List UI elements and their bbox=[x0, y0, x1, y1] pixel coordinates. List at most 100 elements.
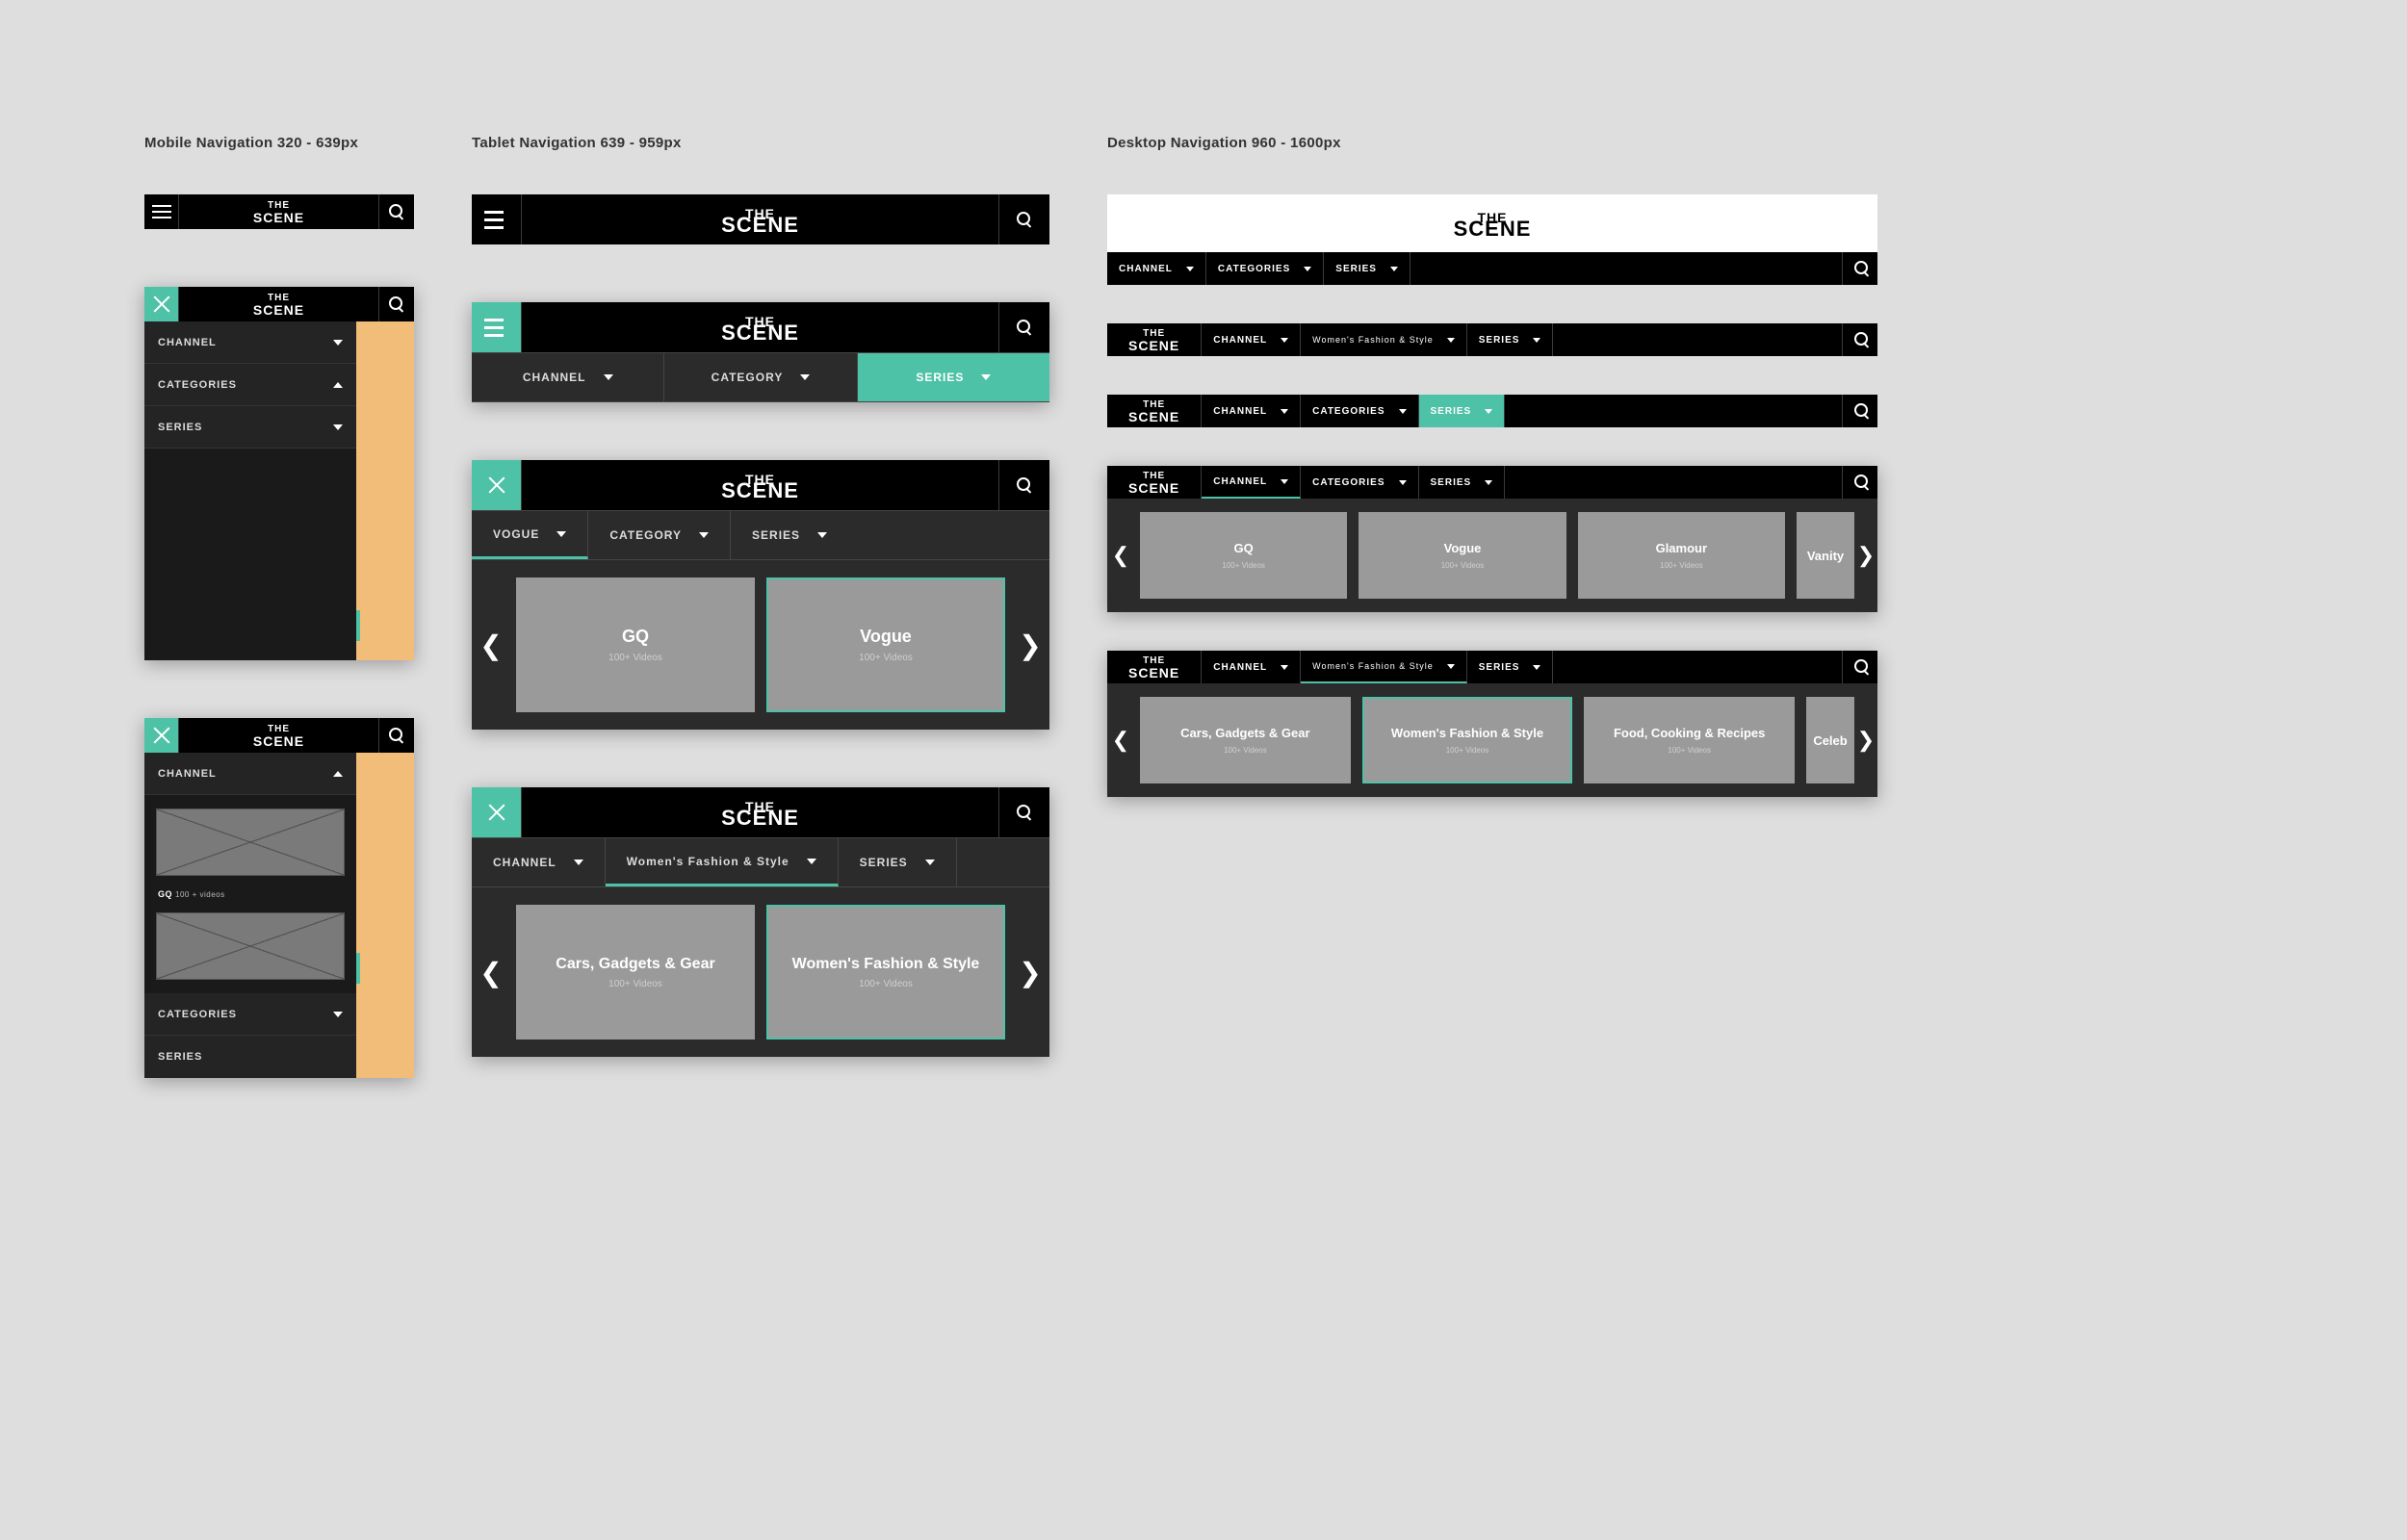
search-button[interactable] bbox=[999, 194, 1049, 244]
wireframe-thumb[interactable] bbox=[156, 912, 345, 980]
nav-womens-fashion-active[interactable]: Women's Fashion & Style bbox=[1301, 651, 1467, 683]
desktop-category-carousel: THESCENE CHANNEL Women's Fashion & Style… bbox=[1107, 651, 1877, 797]
brand-logo[interactable]: THESCENE bbox=[522, 460, 999, 510]
brand-logo[interactable]: THESCENE bbox=[1107, 466, 1202, 499]
brand-logo[interactable]: THESCENE bbox=[522, 787, 999, 837]
brand-logo[interactable]: THESCENE bbox=[522, 194, 999, 244]
brand-hero[interactable]: THESCENE bbox=[1107, 194, 1877, 252]
search-button[interactable] bbox=[999, 787, 1049, 837]
mobile-menu-channel-open: THESCENE CHANNEL GQ 100 + bbox=[144, 718, 414, 1078]
tab-vogue[interactable]: VOGUE bbox=[472, 511, 588, 559]
carousel-prev[interactable]: ❮ bbox=[1107, 512, 1134, 599]
sidebar-item-categories[interactable]: CATEGORIES bbox=[144, 993, 356, 1036]
card-celeb[interactable]: Celeb bbox=[1806, 697, 1854, 783]
search-button[interactable] bbox=[1843, 252, 1877, 285]
close-button[interactable] bbox=[144, 287, 179, 321]
search-button[interactable] bbox=[1843, 466, 1877, 499]
sidebar-item-channel[interactable]: CHANNEL bbox=[144, 753, 356, 795]
nav-womens-fashion[interactable]: Women's Fashion & Style bbox=[1301, 323, 1467, 356]
nav-channel[interactable]: CHANNEL bbox=[1202, 323, 1301, 356]
nav-series[interactable]: SERIES bbox=[1419, 466, 1506, 499]
chevron-down-icon bbox=[1399, 480, 1407, 485]
nav-series[interactable]: SERIES bbox=[1324, 252, 1411, 285]
nav-categories[interactable]: CATEGORIES bbox=[1301, 466, 1418, 499]
brand-logo[interactable]: THESCENE bbox=[1107, 323, 1202, 356]
chevron-down-icon bbox=[1485, 480, 1492, 485]
desktop-hero-nav: THESCENE CHANNEL CATEGORIES SERIES bbox=[1107, 194, 1877, 285]
nav-categories[interactable]: CATEGORIES bbox=[1301, 395, 1418, 427]
desktop-channel-carousel: THESCENE CHANNEL CATEGORIES SERIES bbox=[1107, 466, 1877, 612]
tablet-category-carousel: THESCENE CHANNEL Women's Fashion & Style… bbox=[472, 787, 1049, 1057]
search-icon bbox=[389, 204, 404, 219]
chevron-down-icon bbox=[1447, 664, 1455, 669]
brand-logo[interactable]: THESCENE bbox=[179, 718, 379, 753]
nav-series[interactable]: SERIES bbox=[1467, 323, 1554, 356]
tab-category[interactable]: CATEGORY bbox=[664, 353, 857, 401]
search-button[interactable] bbox=[379, 287, 414, 321]
search-button[interactable] bbox=[1843, 395, 1877, 427]
carousel-next[interactable]: ❯ bbox=[1854, 697, 1877, 783]
search-icon bbox=[1017, 805, 1032, 820]
scroll-indicator bbox=[356, 953, 360, 984]
hamburger-button[interactable] bbox=[144, 194, 179, 229]
carousel-prev[interactable]: ❮ bbox=[472, 578, 510, 712]
brand-logo[interactable]: THESCENE bbox=[179, 287, 379, 321]
nav-series-active[interactable]: SERIES bbox=[1419, 395, 1506, 427]
sidebar-item-series[interactable]: SERIES bbox=[144, 406, 356, 449]
card-vogue[interactable]: Vogue 100+ Videos bbox=[766, 578, 1005, 712]
nav-channel[interactable]: CHANNEL bbox=[1202, 395, 1301, 427]
tab-category[interactable]: CATEGORY bbox=[588, 511, 731, 559]
search-button[interactable] bbox=[379, 718, 414, 753]
card-vanity[interactable]: Vanity bbox=[1797, 512, 1854, 599]
carousel-next[interactable]: ❯ bbox=[1854, 512, 1877, 599]
tab-channel[interactable]: CHANNEL bbox=[472, 838, 606, 886]
search-button[interactable] bbox=[999, 460, 1049, 510]
tab-channel[interactable]: CHANNEL bbox=[472, 353, 664, 401]
tab-series[interactable]: SERIES bbox=[839, 838, 957, 886]
tab-series[interactable]: SERIES bbox=[731, 511, 848, 559]
nav-series[interactable]: SERIES bbox=[1467, 651, 1554, 683]
chevron-down-icon bbox=[1281, 409, 1288, 414]
close-button[interactable] bbox=[472, 460, 522, 510]
nav-channel-active[interactable]: CHANNEL bbox=[1202, 466, 1301, 499]
close-button[interactable] bbox=[144, 718, 179, 753]
nav-channel[interactable]: CHANNEL bbox=[1107, 252, 1206, 285]
search-icon bbox=[1854, 403, 1866, 419]
tab-womens-fashion[interactable]: Women's Fashion & Style bbox=[606, 838, 839, 886]
card-glamour[interactable]: Glamour100+ Videos bbox=[1578, 512, 1785, 599]
search-icon bbox=[1854, 475, 1866, 490]
search-button[interactable] bbox=[1843, 323, 1877, 356]
hamburger-button[interactable] bbox=[472, 194, 522, 244]
carousel-next[interactable]: ❯ bbox=[1011, 578, 1049, 712]
tab-series[interactable]: SERIES bbox=[858, 353, 1049, 401]
carousel-prev[interactable]: ❮ bbox=[472, 905, 510, 1040]
card-gq[interactable]: GQ100+ Videos bbox=[1140, 512, 1347, 599]
brand-logo[interactable]: THESCENE bbox=[1107, 395, 1202, 427]
card-cars-gadgets[interactable]: Cars, Gadgets & Gear 100+ Videos bbox=[516, 905, 755, 1040]
brand-logo[interactable]: THESCENE bbox=[179, 194, 379, 229]
carousel-next[interactable]: ❯ bbox=[1011, 905, 1049, 1040]
close-button[interactable] bbox=[472, 787, 522, 837]
card-food-cooking[interactable]: Food, Cooking & Recipes100+ Videos bbox=[1584, 697, 1795, 783]
search-icon bbox=[389, 728, 404, 743]
nav-channel[interactable]: CHANNEL bbox=[1202, 651, 1301, 683]
card-cars-gadgets[interactable]: Cars, Gadgets & Gear100+ Videos bbox=[1140, 697, 1351, 783]
sidebar-item-channel[interactable]: CHANNEL bbox=[144, 321, 356, 364]
hamburger-icon bbox=[484, 206, 509, 234]
search-button[interactable] bbox=[999, 302, 1049, 352]
close-button[interactable] bbox=[472, 302, 522, 352]
content-backdrop bbox=[356, 321, 414, 660]
nav-categories[interactable]: CATEGORIES bbox=[1206, 252, 1324, 285]
card-womens-fashion[interactable]: Women's Fashion & Style 100+ Videos bbox=[766, 905, 1005, 1040]
search-button[interactable] bbox=[1843, 651, 1877, 683]
wireframe-thumb[interactable] bbox=[156, 808, 345, 876]
sidebar-item-series[interactable]: SERIES bbox=[144, 1036, 356, 1078]
carousel-prev[interactable]: ❮ bbox=[1107, 697, 1134, 783]
search-button[interactable] bbox=[379, 194, 414, 229]
card-gq[interactable]: GQ 100+ Videos bbox=[516, 578, 755, 712]
sidebar-item-categories[interactable]: CATEGORIES bbox=[144, 364, 356, 406]
card-vogue[interactable]: Vogue100+ Videos bbox=[1359, 512, 1566, 599]
brand-logo[interactable]: THESCENE bbox=[522, 302, 999, 352]
brand-logo[interactable]: THESCENE bbox=[1107, 651, 1202, 683]
card-womens-fashion[interactable]: Women's Fashion & Style100+ Videos bbox=[1362, 697, 1573, 783]
